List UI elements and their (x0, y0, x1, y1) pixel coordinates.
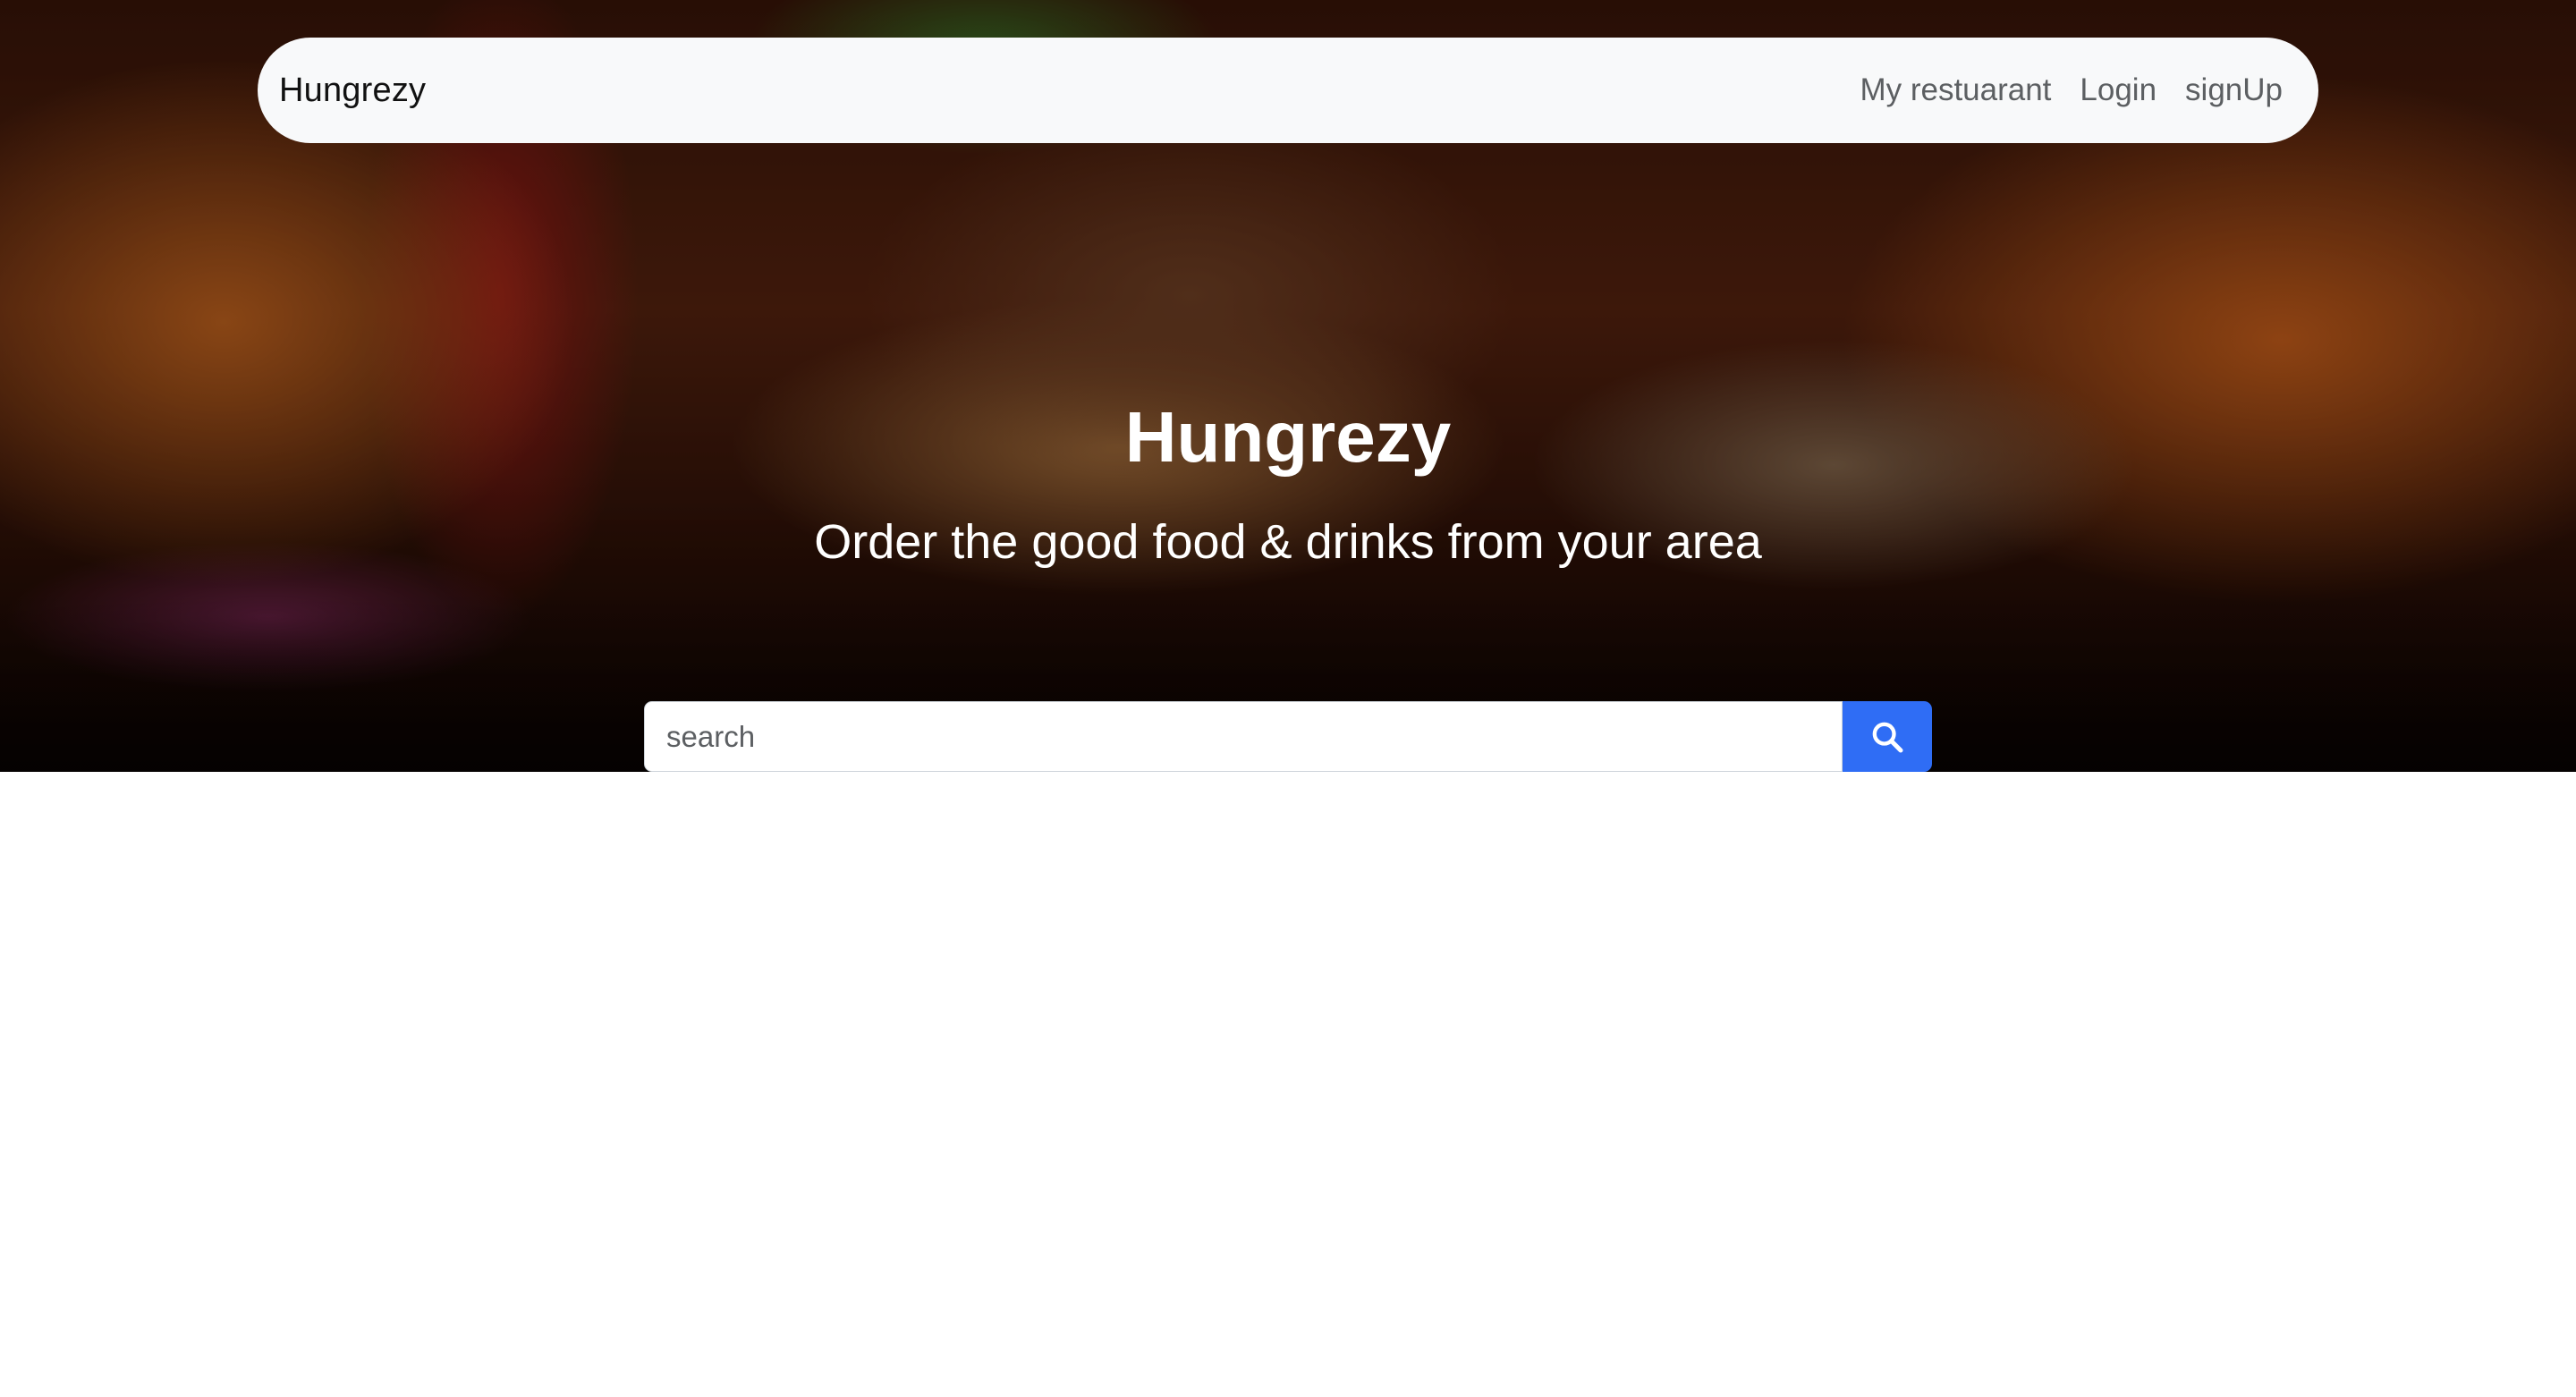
navbar: Hungrezy My restuarant Login signUp (258, 38, 2318, 143)
brand-link[interactable]: Hungrezy (279, 72, 426, 110)
search-input[interactable] (644, 701, 1843, 772)
nav-links: My restuarant Login signUp (1860, 72, 2283, 108)
nav-link-my-restaurant[interactable]: My restuarant (1860, 72, 2051, 108)
nav-link-signup[interactable]: signUp (2185, 72, 2283, 108)
hero-section: Hungrezy My restuarant Login signUp Hung… (0, 0, 2576, 772)
nav-link-login[interactable]: Login (2080, 72, 2157, 108)
search-icon (1869, 719, 1905, 755)
hero-subtitle: Order the good food & drinks from your a… (814, 515, 1762, 569)
search-group (644, 701, 1932, 772)
page: Hungrezy My restuarant Login signUp Hung… (0, 0, 2576, 1397)
search-button[interactable] (1843, 701, 1932, 772)
hero-title: Hungrezy (1124, 397, 1452, 477)
